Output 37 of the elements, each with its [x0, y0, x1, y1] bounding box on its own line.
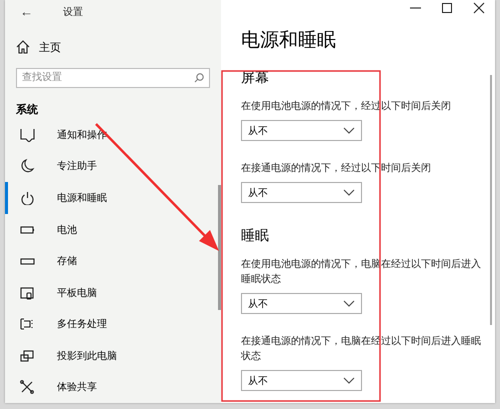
search-icon: [194, 72, 204, 83]
dropdown[interactable]: 从不: [241, 120, 362, 141]
home-icon: [16, 40, 30, 54]
scrollbar-thumb[interactable]: [218, 185, 221, 310]
moon-icon: [20, 159, 35, 174]
multitask-icon: [20, 317, 35, 332]
chevron-down-icon: [343, 377, 355, 384]
chevron-down-icon: [343, 127, 355, 134]
minimize-icon: [410, 7, 420, 9]
chevron-down-icon: [343, 189, 355, 196]
sidebar-item[interactable]: 专注助手: [5, 150, 221, 182]
search-field[interactable]: 查找设置: [16, 68, 210, 88]
power-icon: [20, 191, 35, 205]
home-link[interactable]: 主页: [16, 37, 61, 57]
sidebar-item[interactable]: 存储: [5, 245, 221, 277]
share-icon: [20, 380, 35, 394]
dropdown[interactable]: 从不: [241, 293, 362, 314]
sidebar-item[interactable]: 投影到此电脑: [5, 340, 221, 372]
sidebar-item[interactable]: 平板电脑: [5, 276, 221, 308]
sidebar-item[interactable]: 多任务处理: [5, 308, 221, 340]
dropdown[interactable]: 从不: [241, 182, 362, 203]
scrollbar-thumb[interactable]: [490, 75, 492, 325]
close-icon: [473, 2, 485, 14]
maximize-icon: [441, 2, 453, 14]
page-heading: 电源和睡眠: [241, 28, 337, 53]
sidebar-item[interactable]: 电池: [5, 214, 221, 246]
back-button[interactable]: ←: [16, 4, 37, 20]
section-heading: 系统: [16, 102, 39, 118]
dropdown[interactable]: 从不: [241, 370, 362, 391]
chevron-down-icon: [343, 300, 355, 307]
window-title: 设置: [63, 6, 83, 19]
projector-icon: [20, 348, 35, 363]
tablet-icon: [20, 286, 35, 300]
section-heading: 睡眠: [241, 227, 270, 246]
sidebar-item[interactable]: 体验共享: [5, 371, 221, 403]
setting-label: 在使用电池电源的情况下，经过以下时间后关闭: [241, 100, 452, 114]
speech-bubble-icon: [20, 128, 35, 142]
